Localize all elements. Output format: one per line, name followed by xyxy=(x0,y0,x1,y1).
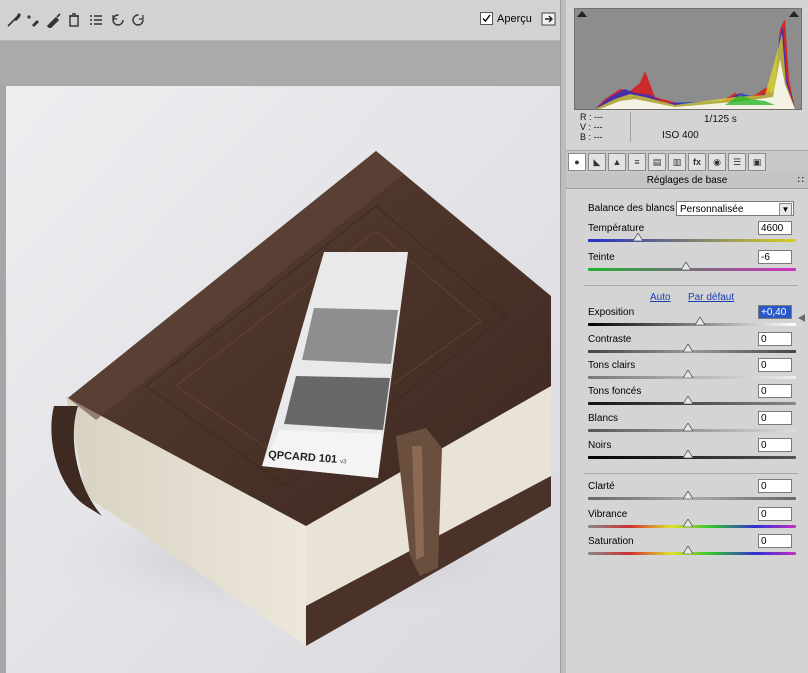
white-balance-tool-icon[interactable] xyxy=(6,12,22,28)
blacks-label: Noirs xyxy=(588,440,612,451)
red-readout: R : --- xyxy=(580,112,603,122)
temperature-slider-thumb[interactable] xyxy=(632,233,643,241)
brush-icon[interactable] xyxy=(46,12,62,28)
whites-slider-thumb[interactable] xyxy=(682,423,693,431)
highlights-value-field[interactable]: 0 xyxy=(758,358,792,372)
highlights-label: Tons clairs xyxy=(588,360,636,371)
histogram xyxy=(574,8,802,110)
tab-split-toning[interactable]: ▤ xyxy=(648,153,666,171)
saturation-label: Saturation xyxy=(588,536,634,547)
contrast-value-field[interactable]: 0 xyxy=(758,332,792,346)
clarity-value-field[interactable]: 0 xyxy=(758,479,792,493)
blacks-slider-thumb[interactable] xyxy=(682,450,693,458)
preview-pane: Aperçu QPCARD 101 v3 xyxy=(0,0,566,673)
shadows-label: Tons foncés xyxy=(588,386,642,397)
tab-lens[interactable]: ▥ xyxy=(668,153,686,171)
shadows-slider-thumb[interactable] xyxy=(682,396,693,404)
color-sampler-icon[interactable] xyxy=(26,12,42,28)
tab-effects[interactable]: fx xyxy=(688,153,706,171)
book-photo: QPCARD 101 v3 xyxy=(6,86,560,673)
canvas-background xyxy=(0,41,566,85)
green-readout: V : --- xyxy=(580,122,603,132)
preview-checkbox[interactable]: Aperçu xyxy=(480,12,532,25)
trash-icon[interactable] xyxy=(66,12,82,28)
checkmark-icon[interactable] xyxy=(480,12,493,25)
tint-slider-track[interactable] xyxy=(588,268,796,271)
auto-link[interactable]: Auto xyxy=(650,292,671,303)
default-link[interactable]: Par défaut xyxy=(688,292,734,303)
shadow-clipping-warning-icon[interactable] xyxy=(577,11,587,17)
temperature-slider-track[interactable] xyxy=(588,239,796,242)
cursor-arrow-icon xyxy=(798,314,805,322)
camera-raw-window: Aperçu QPCARD 101 v3 R: --- V: --- B:… xyxy=(0,0,808,673)
pixel-readout: R : --- V : --- B : --- 1/125 s ISO 400 xyxy=(574,110,800,144)
shutter-speed: 1/125 s xyxy=(704,114,737,125)
contrast-slider-thumb[interactable] xyxy=(682,344,693,352)
chevron-down-icon[interactable]: ▼ xyxy=(779,203,792,216)
highlight-clipping-warning-icon[interactable] xyxy=(789,11,799,17)
saturation-value-field[interactable]: 0 xyxy=(758,534,792,548)
exposure-slider-track[interactable] xyxy=(588,323,796,326)
tab-snapshots[interactable]: ▣ xyxy=(748,153,766,171)
card-version: v3 xyxy=(340,459,347,465)
exposure-label: Exposition xyxy=(588,307,635,318)
contrast-label: Contraste xyxy=(588,334,632,345)
vibrance-value-field[interactable]: 0 xyxy=(758,507,792,521)
shadows-value-field[interactable]: 0 xyxy=(758,384,792,398)
blacks-value-field[interactable]: 0 xyxy=(758,438,792,452)
wb-dropdown[interactable]: Personnalisée ▼ xyxy=(676,201,794,216)
readout-divider xyxy=(630,112,631,142)
preview-label: Aperçu xyxy=(497,12,532,25)
panel-tabs: ● ◣ ▲ ≡ ▤ ▥ fx ◉ ☰ ▣ xyxy=(566,150,808,174)
iso-value: ISO 400 xyxy=(662,130,699,141)
tab-camera-calibration[interactable]: ◉ xyxy=(708,153,726,171)
whites-value-field[interactable]: 0 xyxy=(758,411,792,425)
tab-hsl[interactable]: ≡ xyxy=(628,153,646,171)
tab-detail[interactable]: ▲ xyxy=(608,153,626,171)
clarity-label: Clarté xyxy=(588,481,615,492)
whites-label: Blancs xyxy=(588,413,619,424)
toolbar: Aperçu xyxy=(0,0,566,41)
temperature-value-field[interactable]: 4600 xyxy=(758,221,792,235)
exposure-slider-thumb[interactable] xyxy=(695,317,706,325)
vibrance-label: Vibrance xyxy=(588,509,628,520)
saturation-slider-thumb[interactable] xyxy=(682,546,693,554)
divider xyxy=(584,285,798,286)
wb-value: Personnalisée xyxy=(680,204,744,215)
blue-readout: B : --- xyxy=(580,132,603,142)
divider xyxy=(584,473,798,474)
clarity-slider-thumb[interactable] xyxy=(682,491,693,499)
adjustments-panel: R : --- V : --- B : --- 1/125 s ISO 400 … xyxy=(566,0,808,673)
tint-slider-thumb[interactable] xyxy=(680,262,691,270)
panel-menu-icon[interactable]: ∷ xyxy=(798,173,804,188)
rotate-cw-icon[interactable] xyxy=(130,12,146,28)
tab-presets[interactable]: ☰ xyxy=(728,153,746,171)
tint-value-field[interactable]: -6 xyxy=(758,250,792,264)
fullscreen-icon[interactable] xyxy=(540,10,558,28)
tint-label: Teinte xyxy=(588,252,615,263)
vibrance-slider-thumb[interactable] xyxy=(682,519,693,527)
exposure-value-field[interactable]: +0,40 xyxy=(758,305,792,319)
highlights-slider-thumb[interactable] xyxy=(682,370,693,378)
tab-basic[interactable]: ● xyxy=(568,153,586,171)
panel-title: Réglages de base xyxy=(566,173,808,189)
list-icon[interactable] xyxy=(88,12,104,28)
rotate-ccw-icon[interactable] xyxy=(110,12,126,28)
wb-label: Balance des blancs : xyxy=(588,203,681,214)
tab-tone-curve[interactable]: ◣ xyxy=(588,153,606,171)
image-preview[interactable]: QPCARD 101 v3 xyxy=(6,86,560,673)
